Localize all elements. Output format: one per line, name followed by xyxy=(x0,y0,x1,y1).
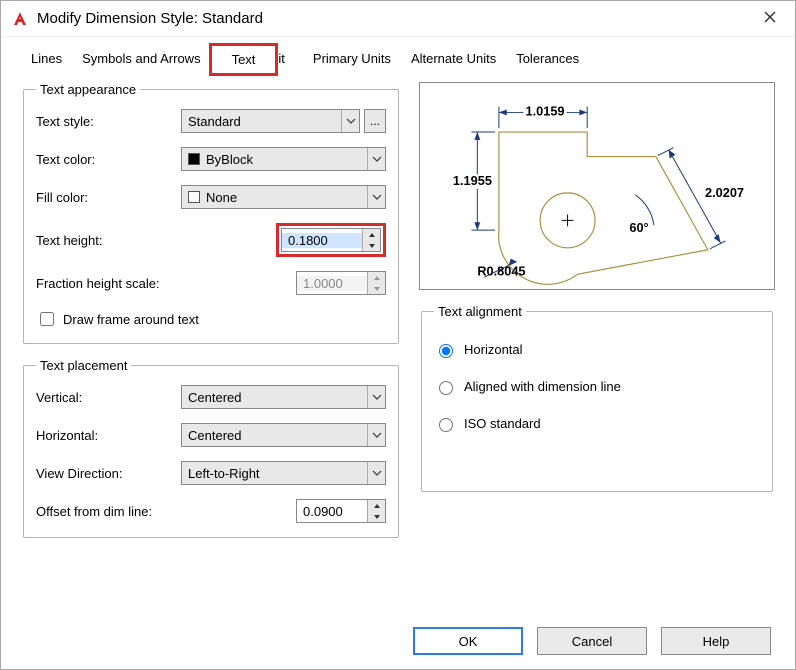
text-appearance-group: Text appearance Text style: Standard ...… xyxy=(23,82,399,344)
preview-dim-diag: 2.0207 xyxy=(705,185,744,200)
text-alignment-group: Text alignment Horizontal Aligned with d… xyxy=(421,304,773,492)
horizontal-label: Horizontal: xyxy=(36,428,181,443)
text-color-value: ByBlock xyxy=(206,152,367,167)
preview-dim-left: 1.1955 xyxy=(453,173,492,188)
color-swatch-icon xyxy=(188,191,200,203)
alignment-horizontal-radio[interactable] xyxy=(439,344,453,358)
chevron-down-icon xyxy=(373,511,381,522)
fill-color-combo[interactable]: None xyxy=(181,185,386,209)
draw-frame-label: Draw frame around text xyxy=(63,312,199,327)
alignment-aligned-label: Aligned with dimension line xyxy=(464,379,621,394)
preview-angle: 60° xyxy=(629,220,648,235)
direction-label: View Direction: xyxy=(36,466,181,481)
text-height-highlight: 0.1800 xyxy=(276,223,386,257)
color-swatch-icon xyxy=(188,153,200,165)
alignment-horizontal-label: Horizontal xyxy=(464,342,523,357)
tab-lines[interactable]: Lines xyxy=(21,45,72,74)
alignment-iso-radio[interactable] xyxy=(439,418,453,432)
chevron-down-icon xyxy=(368,240,376,251)
dimension-preview: 1.0159 1.1955 2.0207 xyxy=(419,82,775,290)
tab-strip: Lines Symbols and Arrows Text it Primary… xyxy=(1,37,795,74)
text-style-label: Text style: xyxy=(36,114,181,129)
chevron-down-icon xyxy=(367,386,385,408)
text-style-combo[interactable]: Standard xyxy=(181,109,360,133)
alignment-iso-label: ISO standard xyxy=(464,416,541,431)
text-placement-legend: Text placement xyxy=(36,358,131,373)
app-icon xyxy=(11,10,29,28)
titlebar: Modify Dimension Style: Standard xyxy=(1,1,795,37)
preview-radius: R0.8045 xyxy=(477,263,525,278)
fill-color-value: None xyxy=(206,190,367,205)
chevron-down-icon xyxy=(373,283,381,294)
left-column: Text appearance Text style: Standard ...… xyxy=(21,82,401,552)
close-button[interactable] xyxy=(755,4,785,33)
text-style-value: Standard xyxy=(188,114,341,129)
offset-value: 0.0900 xyxy=(297,504,367,519)
fraction-height-label: Fraction height scale: xyxy=(36,276,196,291)
cancel-button[interactable]: Cancel xyxy=(537,627,647,655)
text-appearance-legend: Text appearance xyxy=(36,82,140,97)
fraction-height-value: 1.0000 xyxy=(297,276,367,291)
chevron-down-icon xyxy=(367,148,385,170)
content-area: Text appearance Text style: Standard ...… xyxy=(1,74,795,552)
preview-dim-top: 1.0159 xyxy=(526,103,565,118)
vertical-label: Vertical: xyxy=(36,390,181,405)
text-alignment-legend: Text alignment xyxy=(434,304,526,319)
chevron-up-icon xyxy=(368,229,376,240)
tab-symbols-arrows[interactable]: Symbols and Arrows xyxy=(72,45,211,74)
fraction-height-spinner[interactable]: 1.0000 xyxy=(296,271,386,295)
text-height-value: 0.1800 xyxy=(282,233,362,248)
text-height-label: Text height: xyxy=(36,233,181,248)
text-color-combo[interactable]: ByBlock xyxy=(181,147,386,171)
direction-value: Left-to-Right xyxy=(188,466,367,481)
fill-color-label: Fill color: xyxy=(36,190,181,205)
button-bar: OK Cancel Help xyxy=(413,627,771,655)
text-color-label: Text color: xyxy=(36,152,181,167)
horizontal-combo[interactable]: Centered xyxy=(181,423,386,447)
dialog-window: Modify Dimension Style: Standard Lines S… xyxy=(0,0,796,670)
chevron-down-icon xyxy=(367,462,385,484)
horizontal-value: Centered xyxy=(188,428,367,443)
draw-frame-checkbox-row: Draw frame around text xyxy=(36,309,386,329)
spinner-buttons[interactable] xyxy=(367,500,385,522)
chevron-up-icon xyxy=(373,500,381,511)
offset-label: Offset from dim line: xyxy=(36,504,196,519)
chevron-down-icon xyxy=(341,110,359,132)
vertical-combo[interactable]: Centered xyxy=(181,385,386,409)
text-placement-group: Text placement Vertical: Centered Horizo… xyxy=(23,358,399,538)
tab-alternate-units[interactable]: Alternate Units xyxy=(401,45,506,74)
direction-combo[interactable]: Left-to-Right xyxy=(181,461,386,485)
text-height-spinner[interactable]: 0.1800 xyxy=(281,228,381,252)
chevron-up-icon xyxy=(373,272,381,283)
tab-primary-units[interactable]: Primary Units xyxy=(303,45,401,74)
vertical-value: Centered xyxy=(188,390,367,405)
spinner-buttons[interactable] xyxy=(362,229,380,251)
alignment-aligned-radio[interactable] xyxy=(439,381,453,395)
spinner-buttons[interactable] xyxy=(367,272,385,294)
tab-tolerances[interactable]: Tolerances xyxy=(506,45,589,74)
help-button[interactable]: Help xyxy=(661,627,771,655)
window-title: Modify Dimension Style: Standard xyxy=(37,10,755,27)
right-column: 1.0159 1.1955 2.0207 xyxy=(419,82,775,552)
chevron-down-icon xyxy=(367,424,385,446)
draw-frame-checkbox[interactable] xyxy=(40,312,54,326)
ok-button[interactable]: OK xyxy=(413,627,523,655)
tab-text[interactable]: Text xyxy=(211,45,277,74)
tab-fit[interactable]: it xyxy=(276,45,303,74)
text-style-browse-button[interactable]: ... xyxy=(364,109,386,133)
offset-spinner[interactable]: 0.0900 xyxy=(296,499,386,523)
chevron-down-icon xyxy=(367,186,385,208)
